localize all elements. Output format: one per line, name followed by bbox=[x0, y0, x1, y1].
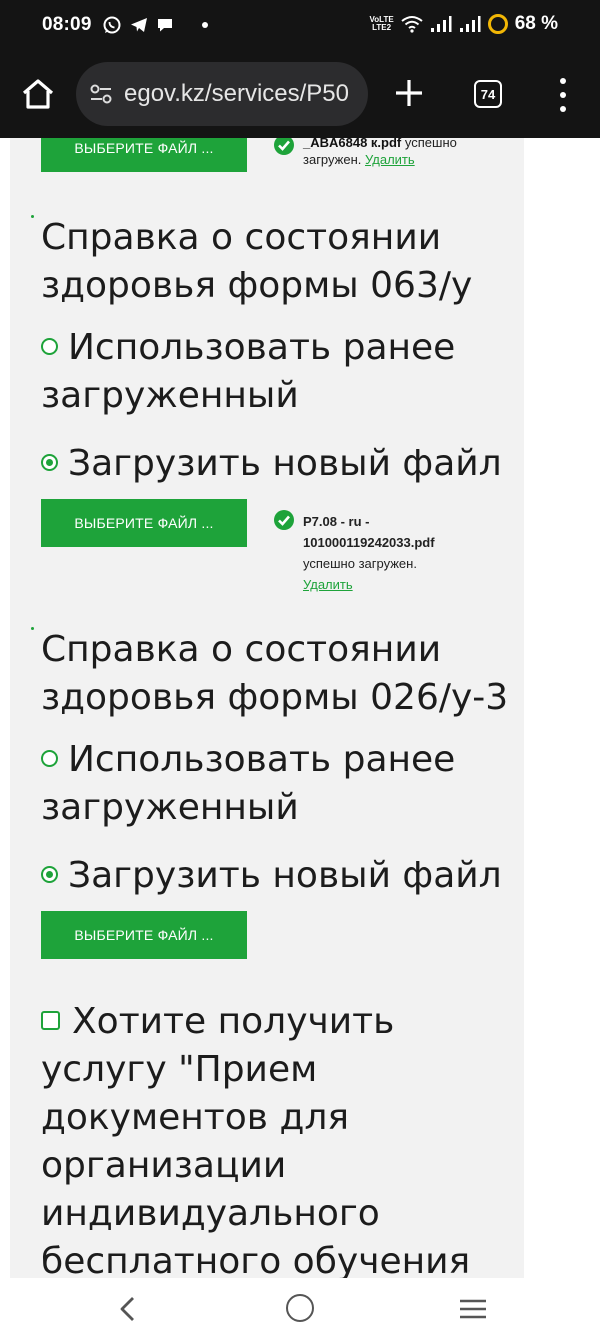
site-settings-icon[interactable] bbox=[88, 81, 114, 107]
radio-use-previous-026[interactable] bbox=[41, 749, 58, 767]
wifi-icon bbox=[401, 16, 423, 33]
uploaded-file-name-line1: P7.08 - ru - bbox=[303, 514, 370, 529]
radio-upload-new-026[interactable] bbox=[41, 865, 58, 883]
notification-icons bbox=[102, 15, 174, 35]
chat-bubble-icon bbox=[158, 19, 172, 32]
radio-upload-new-063[interactable] bbox=[41, 453, 58, 471]
whatsapp-icon bbox=[103, 16, 121, 34]
browser-toolbar: egov.kz/services/P50 74 bbox=[0, 52, 600, 138]
uploaded-word: загружен. bbox=[303, 152, 362, 167]
success-check-icon bbox=[274, 138, 294, 155]
volte-indicator: VoLTE LTE2 bbox=[370, 16, 394, 32]
section-title-063: Справка о состоянии здоровья формы 063/у bbox=[41, 217, 473, 306]
success-word: успешно bbox=[404, 138, 457, 150]
option-label: Загрузить новый файл bbox=[68, 855, 502, 896]
section-title-026: Справка о состоянии здоровья формы 026/у… bbox=[41, 629, 509, 718]
battery-icon bbox=[487, 14, 508, 34]
success-check-icon bbox=[274, 510, 294, 530]
extra-service-option[interactable]: Хотите получить услугу "Прием документов… bbox=[41, 998, 511, 1278]
home-icon[interactable] bbox=[20, 76, 56, 112]
signal-icon-sim2 bbox=[459, 16, 481, 32]
back-chevron-icon[interactable] bbox=[114, 1294, 140, 1324]
choose-file-button-previous[interactable]: ВЫБЕРИТЕ ФАЙЛ ... bbox=[41, 138, 247, 172]
home-circle-icon[interactable] bbox=[286, 1294, 314, 1322]
required-marker bbox=[31, 627, 34, 630]
address-bar[interactable]: egov.kz/services/P50 bbox=[76, 62, 368, 126]
option-upload-new-026[interactable]: Загрузить новый файл bbox=[41, 852, 511, 900]
option-use-previous-026[interactable]: Использовать ранее загруженный bbox=[41, 736, 511, 832]
delete-file-link[interactable]: Удалить bbox=[365, 152, 415, 167]
signal-icon-sim1 bbox=[430, 16, 452, 32]
upload-status-063: P7.08 - ru - 101000119242033.pdf успешно… bbox=[303, 511, 503, 595]
required-marker bbox=[31, 215, 34, 218]
upload-status-previous: _ABA6848 к.pdf успешно загружен. Удалить bbox=[303, 138, 503, 168]
radio-use-previous-063[interactable] bbox=[41, 337, 58, 355]
option-upload-new-063[interactable]: Загрузить новый файл bbox=[41, 440, 511, 488]
uploaded-file-name: _ABA6848 к.pdf bbox=[303, 138, 402, 150]
option-label: Загрузить новый файл bbox=[68, 443, 502, 484]
option-label: Использовать ранее загруженный bbox=[41, 327, 456, 416]
recent-apps-icon[interactable] bbox=[458, 1298, 488, 1320]
tab-switcher-button[interactable]: 74 bbox=[474, 80, 502, 108]
telegram-icon bbox=[131, 18, 147, 32]
form-panel: ВЫБЕРИТЕ ФАЙЛ ... _ABA6848 к.pdf успешно… bbox=[10, 138, 524, 1278]
battery-percent: 68 % bbox=[514, 13, 558, 34]
status-bar: 08:09 VoLTE LTE2 68 % bbox=[0, 0, 600, 52]
new-tab-plus-icon[interactable] bbox=[392, 76, 426, 110]
more-notifications-dot bbox=[202, 22, 208, 28]
system-indicators: VoLTE LTE2 68 % bbox=[370, 13, 558, 35]
success-text: успешно загружен. bbox=[303, 556, 417, 571]
extra-service-label: Хотите получить услугу "Прием документов… bbox=[41, 1001, 471, 1278]
system-navigation-bar bbox=[0, 1278, 600, 1342]
overflow-menu-icon[interactable] bbox=[551, 78, 575, 112]
status-time: 08:09 bbox=[42, 14, 92, 35]
option-label: Использовать ранее загруженный bbox=[41, 739, 456, 828]
choose-file-button-063[interactable]: ВЫБЕРИТЕ ФАЙЛ ... bbox=[41, 499, 247, 547]
url-text[interactable]: egov.kz/services/P50 bbox=[124, 80, 349, 108]
delete-file-link-063[interactable]: Удалить bbox=[303, 577, 353, 592]
extra-service-checkbox[interactable] bbox=[41, 1010, 60, 1030]
option-use-previous-063[interactable]: Использовать ранее загруженный bbox=[41, 324, 511, 420]
choose-file-button-026[interactable]: ВЫБЕРИТЕ ФАЙЛ ... bbox=[41, 911, 247, 959]
uploaded-file-name-line2: 101000119242033.pdf bbox=[303, 535, 435, 550]
lte2-label: LTE2 bbox=[372, 23, 392, 32]
